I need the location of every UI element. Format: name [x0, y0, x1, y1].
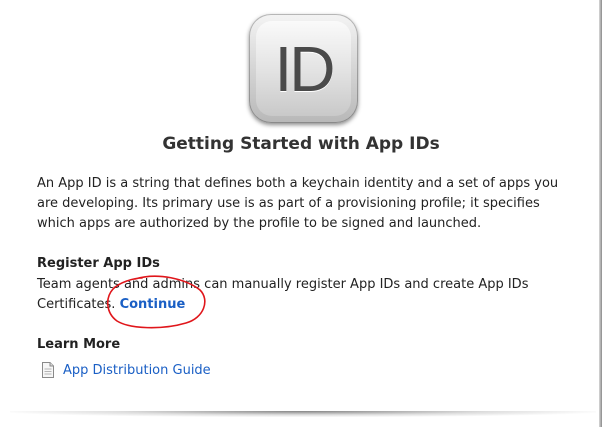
intro-paragraph: An App ID is a string that defines both … [37, 176, 559, 231]
register-section-title: Register App IDs [37, 256, 160, 271]
app-id-icon-face: ID [256, 21, 351, 116]
register-paragraph: Team agents and admins can manually regi… [37, 275, 577, 315]
learn-more-title: Learn More [37, 337, 121, 352]
app-id-icon-label: ID [274, 32, 336, 105]
register-description: Team agents and admins can manually regi… [37, 277, 529, 312]
page-title: Getting Started with App IDs [162, 134, 440, 154]
continue-link[interactable]: Continue [120, 297, 186, 312]
learn-more-list-item[interactable]: App Distribution Guide [42, 360, 211, 380]
bottom-divider [10, 411, 596, 417]
document-icon [42, 362, 54, 378]
app-distribution-guide-link[interactable]: App Distribution Guide [63, 363, 211, 378]
app-id-icon: ID [249, 14, 358, 123]
